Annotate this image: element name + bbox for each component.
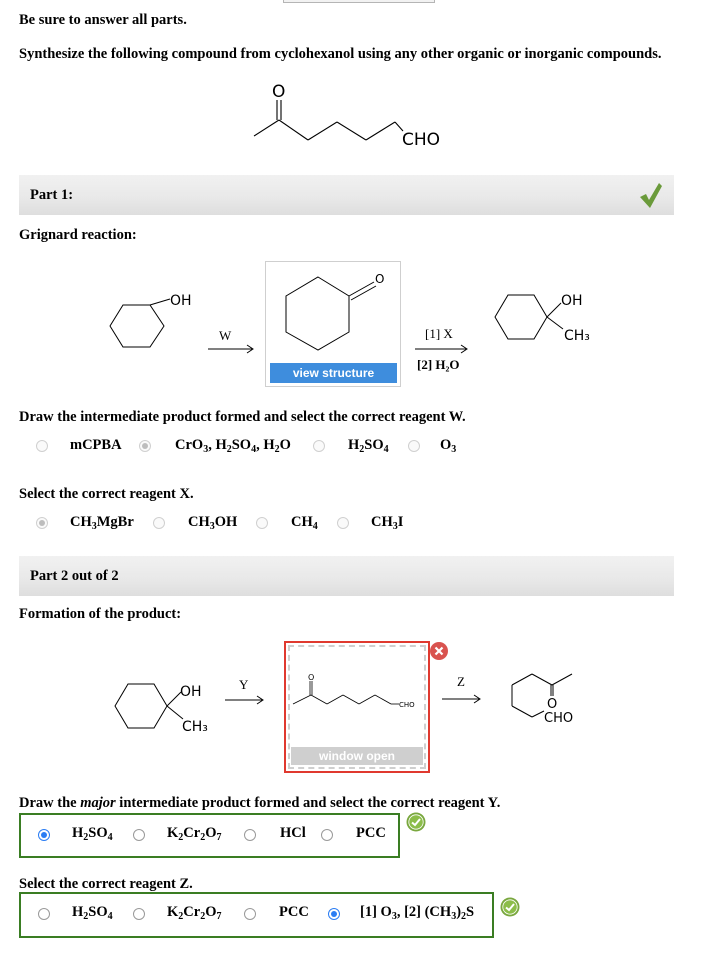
methylcyclohexanol-structure: OH CH₃ (494, 293, 590, 344)
option-w-h2so4: H2SO4 (348, 437, 389, 455)
cyclohexanone-structure: O (285, 272, 384, 351)
correct-badge-icon-z (500, 897, 520, 917)
radio-x-ch3mgbr[interactable] (36, 517, 48, 529)
question-y: Draw the major intermediate product form… (19, 795, 500, 812)
radio-y-k2cr2o7[interactable] (133, 829, 145, 841)
radio-z-ozonolysis[interactable] (328, 908, 340, 920)
arrow-w-label: W (219, 328, 232, 343)
part1-title: Part 1: (30, 187, 74, 203)
option-z-ozonolysis: [1] O3, [2] (CH3)2S (360, 904, 475, 922)
option-z-pcc: PCC (279, 904, 309, 920)
radio-z-k2cr2o7[interactable] (133, 908, 145, 920)
product-ketoaldehyde-structure: O CHO (511, 673, 573, 726)
intermediate-structure-box[interactable]: O view structure (265, 261, 401, 387)
arrow-z-label: Z (457, 674, 465, 689)
arrow-y-label: Y (239, 677, 249, 692)
radio-z-h2so4[interactable] (38, 908, 50, 920)
radio-z-pcc[interactable] (244, 908, 256, 920)
arrow-x-bottom-label: [2] H₂O (417, 357, 460, 372)
part2-title: Part 2 out of 2 (30, 568, 119, 584)
intermediate-drawing-window[interactable]: O CHO window open (284, 641, 430, 773)
close-x-icon[interactable] (429, 641, 449, 661)
top-tab-stub (283, 0, 435, 3)
radio-y-h2so4[interactable] (38, 829, 50, 841)
option-x-ch3i: CH3I (371, 514, 404, 532)
radio-y-hcl[interactable] (244, 829, 256, 841)
part2-starting-structure: OH CH₃ (114, 683, 208, 735)
radio-w-mcpba[interactable] (36, 440, 48, 452)
radio-w-h2so4[interactable] (313, 440, 325, 452)
radio-x-ch4[interactable] (256, 517, 268, 529)
correct-check-icon (640, 183, 662, 208)
part1-header[interactable]: Part 1: (19, 175, 674, 215)
instruction-text: Be sure to answer all parts. (19, 12, 187, 28)
cyclohexanol-bond (100, 280, 210, 355)
question-y-suffix: intermediate product formed and select t… (115, 795, 501, 811)
option-z-h2so4: H2SO4 (72, 904, 113, 922)
part2-header[interactable]: Part 2 out of 2 (19, 556, 674, 596)
cyclohexanone-o: O (375, 272, 384, 286)
part1-subtitle: Grignard reaction: (19, 227, 137, 243)
question-w: Draw the intermediate product formed and… (19, 409, 466, 425)
radio-w-o3[interactable] (408, 440, 420, 452)
target-compound-structure: O CHO (253, 82, 440, 150)
target-carbonyl-o: O (272, 82, 285, 102)
option-x-ch4: CH4 (291, 514, 318, 532)
question-z: Select the correct reagent Z. (19, 876, 193, 892)
question-x: Select the correct reagent X. (19, 486, 194, 502)
arrow-y (225, 695, 264, 705)
option-y-h2so4: H2SO4 (72, 825, 113, 843)
radio-x-ch3oh[interactable] (153, 517, 165, 529)
product-oh-label: OH (561, 293, 583, 309)
option-w-mcpba: mCPBA (70, 437, 122, 453)
option-y-hcl: HCl (280, 825, 306, 841)
question-y-prefix: Draw the (19, 795, 81, 811)
option-w-cro3: CrO3, H2SO4, H2O (175, 437, 291, 455)
target-cho-label: CHO (402, 130, 440, 150)
option-y-k2cr2o7: K2Cr2O7 (167, 825, 222, 843)
option-x-ch3oh: CH3OH (188, 514, 238, 532)
window-open-button[interactable]: window open (291, 747, 423, 765)
part2-subtitle: Formation of the product: (19, 606, 182, 622)
question-y-emphasis: major (80, 795, 116, 811)
question-text: Synthesize the following compound from c… (19, 46, 662, 62)
product-cho-label: CHO (544, 711, 573, 726)
part2-ch3-label: CH₃ (182, 719, 208, 735)
option-z-k2cr2o7: K2Cr2O7 (167, 904, 222, 922)
radio-x-ch3i[interactable] (337, 517, 349, 529)
intermediate-o-label: O (308, 673, 314, 682)
view-structure-button[interactable]: view structure (270, 363, 397, 383)
product-ch3-label: CH₃ (564, 328, 590, 344)
part2-oh-label: OH (180, 684, 202, 700)
intermediate-cho-label: CHO (399, 701, 415, 709)
option-w-o3: O3 (440, 437, 457, 455)
arrow-x (415, 344, 468, 354)
intermediate-ketoaldehyde-structure: O CHO (292, 673, 415, 709)
correct-badge-icon-y (406, 812, 426, 832)
arrow-x-top-label: [1] X (425, 326, 453, 341)
radio-y-pcc[interactable] (321, 829, 333, 841)
option-y-pcc: PCC (356, 825, 386, 841)
product-o-label: O (547, 697, 557, 712)
option-x-ch3mgbr: CH3MgBr (70, 514, 134, 532)
radio-w-cro3[interactable] (139, 440, 151, 452)
arrow-w (208, 344, 254, 354)
arrow-z (442, 694, 481, 704)
